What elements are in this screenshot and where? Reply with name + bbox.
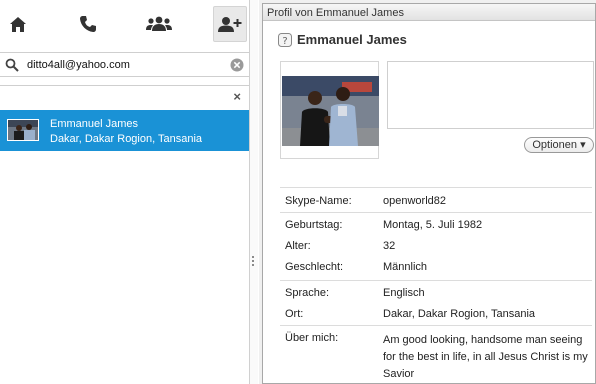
location-value: Dakar, Dakar Rogion, Tansania xyxy=(383,308,536,320)
phone-icon xyxy=(80,16,96,32)
divider xyxy=(280,187,592,188)
svg-text:?: ? xyxy=(282,36,287,47)
divider xyxy=(280,280,592,281)
window-titlebar[interactable]: Profil von Emmanuel James xyxy=(263,4,595,21)
contacts-pane: ditto4all@yahoo.com × Emmanuel James Dak… xyxy=(0,0,250,384)
top-navigation xyxy=(0,0,250,48)
pane-splitter[interactable] xyxy=(250,0,258,384)
search-results-header: × xyxy=(0,85,249,109)
language-label: Sprache: xyxy=(285,287,330,299)
age-label: Alter: xyxy=(285,240,311,252)
contact-name: Emmanuel James xyxy=(50,118,139,130)
profile-window: Profil von Emmanuel James ? Emmanuel Jam… xyxy=(262,3,596,384)
birthday-label: Geburtstag: xyxy=(285,219,343,231)
home-icon xyxy=(10,16,26,32)
about-value: Am good looking, handsome man seeing for… xyxy=(383,334,588,380)
add-contact-button[interactable] xyxy=(213,6,247,42)
profile-pane: Profil von Emmanuel James ? Emmanuel Jam… xyxy=(259,0,596,384)
group-icon xyxy=(146,16,172,31)
gender-value: Männlich xyxy=(383,261,428,273)
drag-handle-icon[interactable] xyxy=(252,256,255,270)
window-title: Profil von Emmanuel James xyxy=(267,7,404,19)
profile-photo xyxy=(280,61,379,159)
language-value: Englisch xyxy=(383,287,425,299)
age-value: 32 xyxy=(383,240,396,252)
call-button[interactable] xyxy=(71,6,105,42)
skype-name-value: openworld82 xyxy=(383,195,446,207)
skype-name-label: Skype-Name: xyxy=(285,195,352,207)
location-label: Ort: xyxy=(285,308,304,320)
search-icon xyxy=(5,58,19,72)
divider xyxy=(280,325,592,326)
about-label: Über mich: xyxy=(285,332,339,344)
group-button[interactable] xyxy=(142,6,176,42)
search-field[interactable]: ditto4all@yahoo.com xyxy=(0,52,249,77)
home-button[interactable] xyxy=(1,6,35,42)
contact-avatar xyxy=(7,119,39,141)
divider xyxy=(280,212,592,213)
search-input[interactable]: ditto4all@yahoo.com xyxy=(27,59,130,71)
mood-message-box xyxy=(387,61,594,129)
clear-search-icon[interactable] xyxy=(230,58,244,72)
close-results-button[interactable]: × xyxy=(233,90,241,103)
profile-name: Emmanuel James xyxy=(297,32,407,47)
contact-list-item[interactable]: Emmanuel James Dakar, Dakar Rogion, Tans… xyxy=(0,110,249,151)
contact-location: Dakar, Dakar Rogion, Tansania xyxy=(50,133,203,145)
add-contact-icon xyxy=(218,16,242,32)
birthday-value: Montag, 5. Juli 1982 xyxy=(383,219,483,231)
gender-label: Geschlecht: xyxy=(285,261,344,273)
status-unknown-icon: ? xyxy=(278,33,292,47)
options-button[interactable]: Optionen ▾ xyxy=(524,137,594,153)
